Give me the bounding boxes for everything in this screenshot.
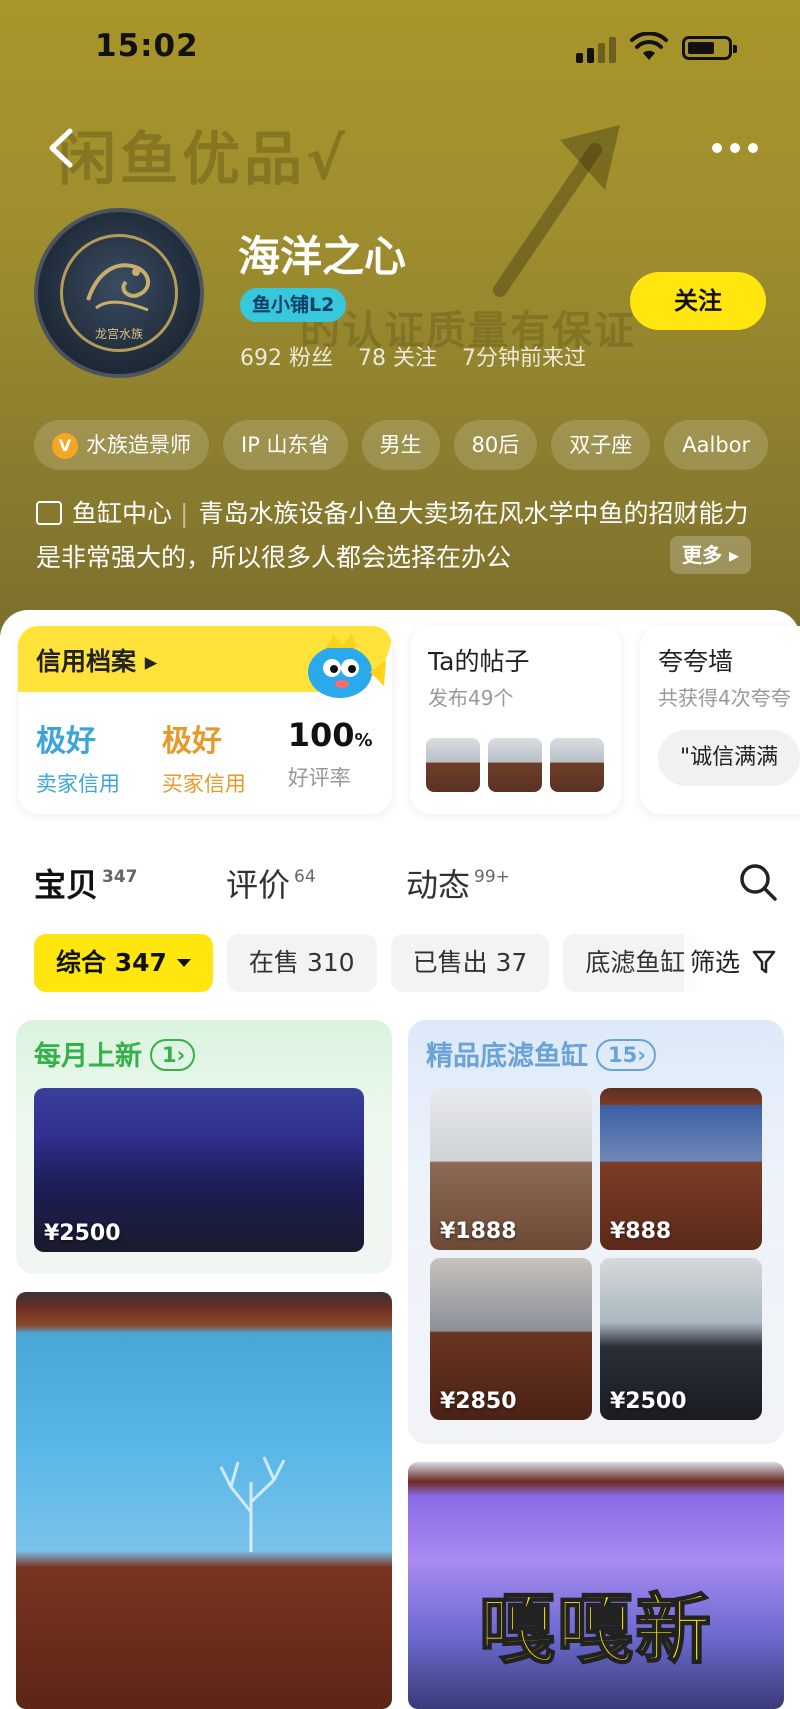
featured-product-right[interactable]: 嘎嘎新 [408,1462,784,1709]
filter-all[interactable]: 综合 347 [34,934,213,992]
product-card[interactable]: ¥2500 [600,1258,762,1420]
cellular-signal-icon [576,37,620,63]
battery-icon [682,36,737,60]
tag-more[interactable]: Aalbor [664,420,769,470]
filter-button[interactable]: 筛选 [684,934,800,992]
more-options-button[interactable] [712,130,772,166]
posts-title: Ta的帖子 [428,647,530,676]
group-title: 精品底滤鱼缸 15› [426,1034,656,1073]
shop-stats: 692 粉丝 78 关注 7分钟前来过 [240,340,604,372]
divider: | [180,499,189,528]
product-card[interactable]: ¥1888 [430,1088,592,1250]
featured-product-left[interactable] [16,1292,392,1709]
status-bar: 15:02 [0,0,800,90]
promo-overlay-text: 嘎嘎新 [478,1584,713,1675]
tag-ip-location[interactable]: IP 山东省 [223,420,348,470]
post-thumbnails [426,738,604,792]
praise-wall-card[interactable]: 夸夸墙 共获得4次夸夸 "诚信满满 [640,626,800,814]
shop-category: 鱼缸中心 [72,499,173,528]
status-time: 15:02 [95,28,199,64]
description-more-button[interactable]: 更多 ▸ [670,536,752,574]
content-tabs: 宝贝 347 评价 64 动态 99+ [34,860,774,910]
verified-v-icon: V [52,433,78,459]
buyer-credit: 极好 买家信用 [161,724,246,796]
wifi-icon [630,32,668,60]
shop-avatar[interactable]: 龙宫水族 [34,208,204,378]
group-sump-tanks[interactable]: 精品底滤鱼缸 15› ¥1888 ¥888 ¥2850 ¥2500 [408,1020,784,1444]
seller-credit: 极好 卖家信用 [36,724,120,796]
decorative-arrow-icon [493,125,620,297]
product-price: ¥888 [610,1219,672,1244]
praise-subtitle: 共获得4次夸夸 [658,686,791,710]
profile-tags: V 水族造景师 IP 山东省 男生 80后 双子座 Aalbor [34,420,800,474]
tab-items[interactable]: 宝贝 347 [34,860,138,906]
group-title: 每月上新 1› [34,1034,196,1073]
last-seen: 7分钟前来过 [462,346,586,371]
shop-category-icon [36,501,62,525]
filter-sold[interactable]: 已售出 37 [390,934,550,992]
fans-count[interactable]: 692 粉丝 [240,346,333,371]
tag-landscaper[interactable]: V 水族造景师 [34,420,209,470]
credit-items: 极好 卖家信用 极好 买家信用 100% 好评率 [36,716,386,798]
summary-cards: 信用档案 ▸ 极好 卖家信用 极好 买家信用 100% 好评率 Ta的帖子 发布… [18,626,800,816]
product-price: ¥2850 [440,1389,517,1414]
fish-mascot-icon [308,634,386,698]
posts-subtitle: 发布49个 [428,686,514,710]
post-thumbnail [426,738,480,792]
post-thumbnail [550,738,604,792]
product-price: ¥1888 [440,1219,517,1244]
shop-level-badge[interactable]: 鱼小铺L2 [240,288,347,322]
post-thumbnail [488,738,542,792]
following-count[interactable]: 78 关注 [358,346,437,371]
filter-on-sale[interactable]: 在售 310 [226,934,377,992]
dragon-icon [86,263,150,312]
shop-description: 鱼缸中心 | 青岛水族设备小鱼大卖场在风水学中鱼的招财能力是非常强大的，所以很多人都… [36,492,766,580]
group-monthly-new[interactable]: 每月上新 1› ¥2500 [16,1020,392,1274]
funnel-icon [752,950,776,974]
credit-card[interactable]: 信用档案 ▸ 极好 卖家信用 极好 买家信用 100% 好评率 [18,626,392,814]
credit-card-title: 信用档案 ▸ [36,647,158,676]
product-card[interactable]: ¥888 [600,1088,762,1250]
product-card[interactable]: ¥2850 [430,1258,592,1420]
avatar-caption: 龙宫水族 [94,327,143,341]
tab-activity[interactable]: 动态 99+ [406,860,510,906]
search-icon[interactable] [738,862,778,902]
praise-title: 夸夸墙 [658,647,734,676]
praise-quote: "诚信满满 [658,730,800,786]
tag-gender[interactable]: 男生 [361,420,440,470]
coral-decoration-icon [219,1456,286,1552]
tag-generation[interactable]: 80后 [453,420,538,470]
header-watermark: 闲鱼优品√ [58,125,349,193]
tab-reviews[interactable]: 评价 64 [226,860,316,906]
product-price: ¥2500 [44,1221,121,1246]
follow-button[interactable]: 关注 [630,272,766,330]
tag-zodiac[interactable]: 双子座 [551,420,651,470]
positive-rate: 100% 好评率 [287,716,373,790]
shop-name: 海洋之心 [238,232,407,281]
product-price: ¥2500 [610,1389,687,1414]
product-card[interactable]: ¥2500 [34,1088,364,1252]
back-button[interactable] [42,125,82,171]
posts-card[interactable]: Ta的帖子 发布49个 [410,626,622,814]
